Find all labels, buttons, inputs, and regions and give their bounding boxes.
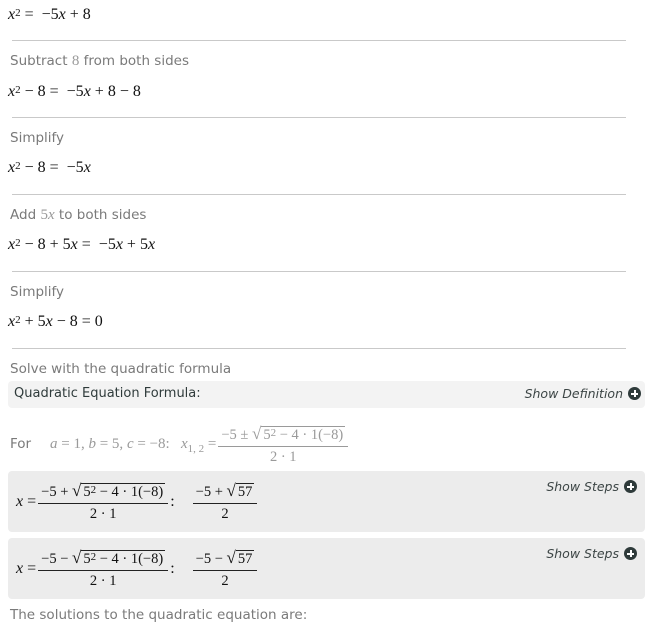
general-fraction: −5 ± √ 52 − 4 · 1(−8) 2 · 1 [218,424,349,466]
formula-header: Quadratic Equation Formula: [14,386,201,401]
result-fraction: −5 − √ 57 2 [192,548,258,590]
plus-circle-icon [624,480,637,493]
solution-box-minus: Show Steps x = −5 − √ 52 − 4 · 1(−8) 2 · … [8,538,645,599]
show-steps-button[interactable]: Show Steps [546,479,637,494]
quadratic-section-label: Solve with the quadratic formula [10,361,232,377]
solution-box-plus: Show Steps x = −5 + √ 52 − 4 · 1(−8) 2 · … [8,471,645,532]
general-formula: a = 1, b = 5, c = −8: x1, 2 = −5 ± √ 52 −… [50,424,350,466]
divider [12,348,626,349]
equation-start: x2 = −5x + 8 [8,6,91,23]
result-fraction: −5 + √ 57 2 [192,481,258,523]
show-definition-button[interactable]: Show Definition [525,386,641,401]
solution-plus: x = −5 + √ 52 − 4 · 1(−8) 2 · 1 : −5 + √ 5… [16,481,259,523]
equation-simplify-2: x2 + 5x − 8 = 0 [8,313,103,330]
equation-add-5x: x2 − 8 + 5x = −5x + 5x [8,236,156,253]
divider [12,194,626,195]
formula-definition-box: Quadratic Equation Formula: Show Definit… [8,381,645,408]
step-label-simplify: Simplify [10,284,65,300]
divider [12,271,626,272]
show-steps-button[interactable]: Show Steps [546,546,637,561]
plus-circle-icon [628,387,641,400]
step-label-simplify: Simplify [10,130,65,146]
plus-circle-icon [624,547,637,560]
divider [12,40,626,41]
equation-subtract-8: x2 − 8 = −5x + 8 − 8 [8,83,141,100]
divider [12,117,626,118]
solution-minus: x = −5 − √ 52 − 4 · 1(−8) 2 · 1 : −5 − √ 5… [16,548,259,590]
equation-simplify-1: x2 − 8 = −5x [8,159,91,176]
for-label: For [10,436,32,452]
step-label-add-5x: Add 5x to both sides [10,207,147,223]
conclusion-text: The solutions to the quadratic equation … [10,607,308,623]
step-label-subtract-8: Subtract 8 from both sides [10,53,189,69]
